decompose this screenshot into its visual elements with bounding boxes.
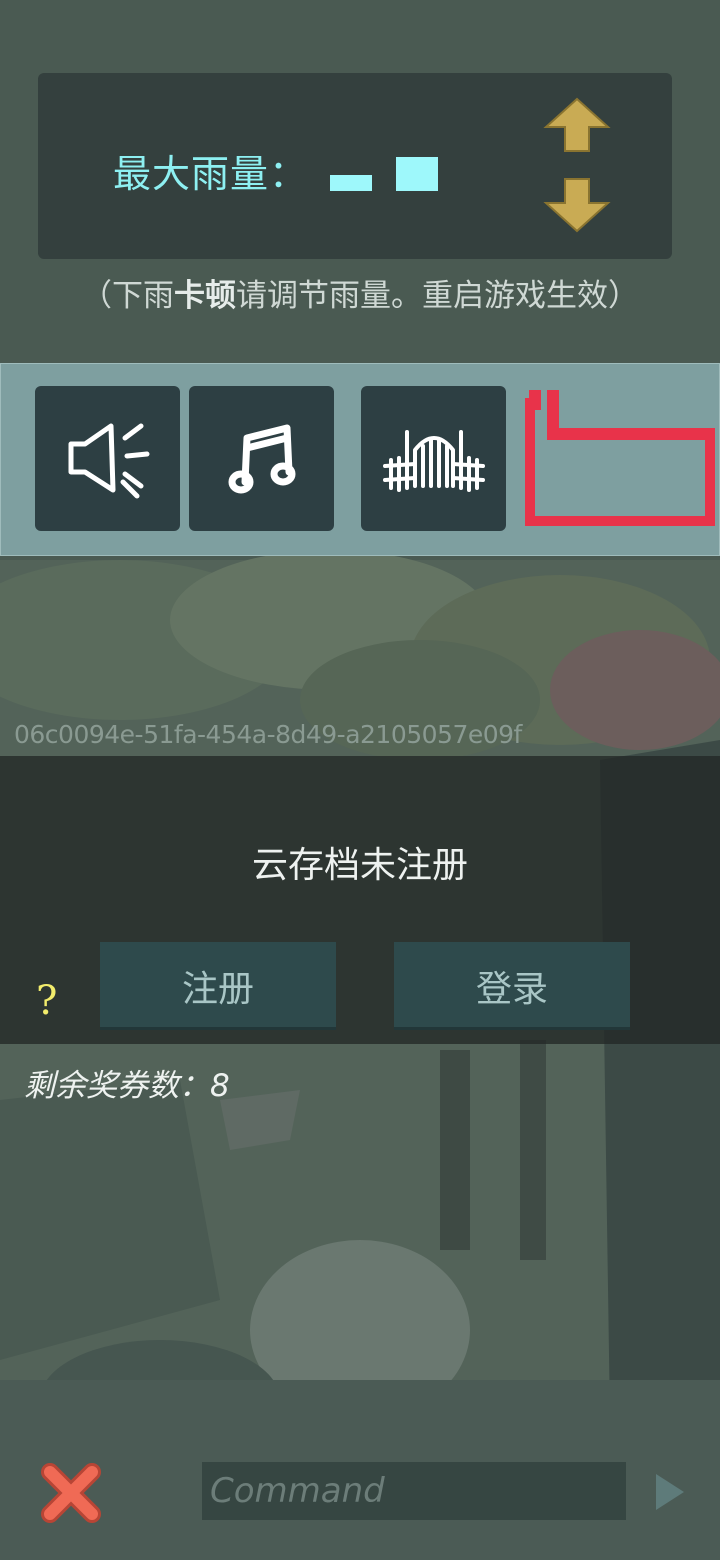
command-input[interactable] [202,1462,626,1520]
login-button[interactable]: 登录 [394,942,630,1030]
garden-gate-icon [383,430,485,492]
device-id-text: 06c0094e-51fa-454a-8d49-a2105057e09f [14,720,522,749]
login-label: 登录 [475,969,548,1010]
arrow-up-icon [543,97,611,152]
speaker-icon [68,423,150,499]
close-button[interactable] [36,1458,106,1528]
settings-toggle-bar [0,363,720,556]
send-command-button[interactable] [652,1470,686,1514]
max-rain-label: 最大雨量： [113,152,309,196]
cloud-save-status: 云存档未注册 [251,845,468,886]
selection-frame [523,390,717,528]
arrow-down-icon [543,178,611,233]
register-button[interactable]: 注册 [100,942,336,1030]
cloud-save-panel: 云存档未注册 ? 注册 登录 [0,756,720,1044]
rain-hint-text: （下雨卡顿请调节雨量。重启游戏生效） [0,270,720,315]
rain-level-bar-1 [330,175,372,191]
scene-toggle-button[interactable] [361,386,506,531]
music-toggle-button[interactable] [189,386,334,531]
rain-increase-button[interactable] [542,95,612,155]
hint-emphasis: 卡顿 [174,278,236,314]
highlighted-empty-slot[interactable] [523,386,717,528]
play-arrow-icon [656,1474,684,1510]
close-icon [41,1463,101,1523]
rain-level-bar-2 [396,157,438,191]
hint-suffix: 请调节雨量。重启游戏生效） [236,278,639,314]
register-label: 注册 [181,969,254,1010]
hint-prefix: （下雨 [81,278,174,314]
rain-level-indicator [330,153,450,191]
rain-decrease-button[interactable] [542,175,612,235]
help-button[interactable]: ? [36,978,57,1024]
music-note-icon [228,424,296,494]
remaining-coupons-text: 剩余奖券数：8 [24,1068,230,1104]
rain-settings-panel: 最大雨量： [38,73,672,259]
sound-toggle-button[interactable] [35,386,180,531]
